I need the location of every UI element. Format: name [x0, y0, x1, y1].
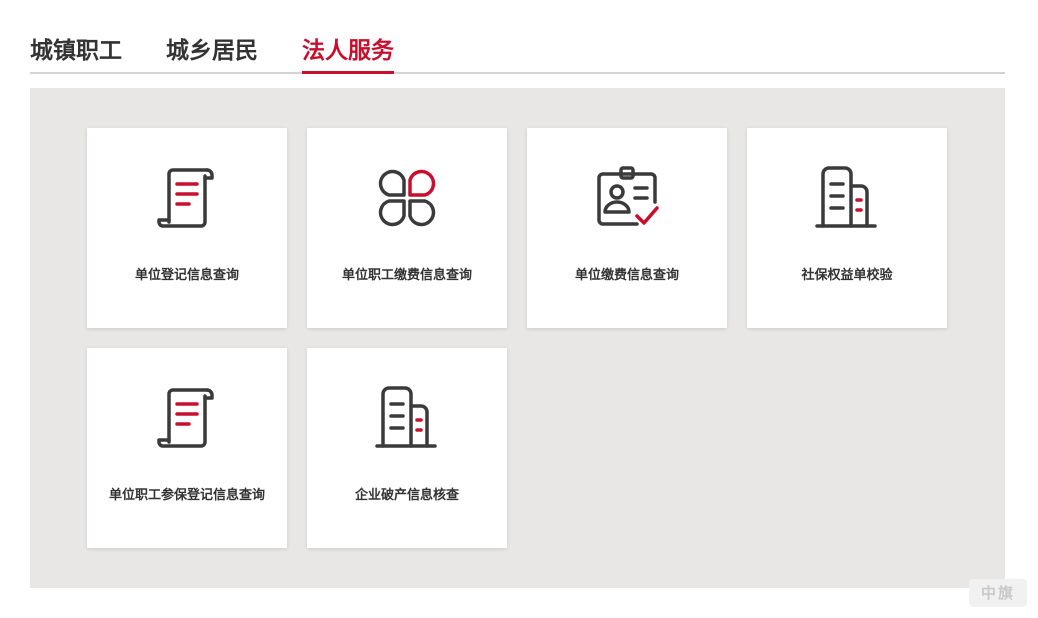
service-card-label: 企业破产信息核查 [354, 488, 459, 503]
tab-bar: 城镇职工 城乡居民 法人服务 [30, 36, 1005, 74]
tab-urban-employees[interactable]: 城镇职工 [30, 36, 122, 72]
watermark-badge: 中旗 [969, 579, 1027, 607]
clover-icon [371, 162, 443, 234]
service-card-label: 社保权益单校验 [801, 268, 893, 283]
buildings-icon [811, 162, 883, 234]
service-card-employee-enrollment-query[interactable]: 单位职工参保登记信息查询 [87, 348, 287, 548]
service-card-enterprise-bankruptcy-check[interactable]: 企业破产信息核查 [307, 348, 507, 548]
service-card-social-security-rights-verification[interactable]: 社保权益单校验 [747, 128, 947, 328]
service-card-label: 单位职工缴费信息查询 [341, 268, 472, 283]
service-card-unit-registration-query[interactable]: 单位登记信息查询 [87, 128, 287, 328]
service-card-unit-contribution-query[interactable]: 单位缴费信息查询 [527, 128, 727, 328]
buildings-icon [371, 382, 443, 454]
id-badge-check-icon [591, 162, 663, 234]
service-card-employee-contribution-query[interactable]: 单位职工缴费信息查询 [307, 128, 507, 328]
tab-legal-entity-services[interactable]: 法人服务 [302, 36, 394, 74]
service-card-label: 单位缴费信息查询 [574, 268, 679, 283]
tab-urban-rural-residents[interactable]: 城乡居民 [166, 36, 258, 72]
service-card-label: 单位登记信息查询 [134, 268, 239, 283]
document-scroll-icon [151, 162, 223, 234]
document-scroll-icon [151, 382, 223, 454]
service-card-label: 单位职工参保登记信息查询 [108, 488, 265, 503]
service-panel: 单位登记信息查询 单位职工缴费信息查询 单位缴费信息查询 社保权益单校验 单位职… [30, 88, 1005, 588]
